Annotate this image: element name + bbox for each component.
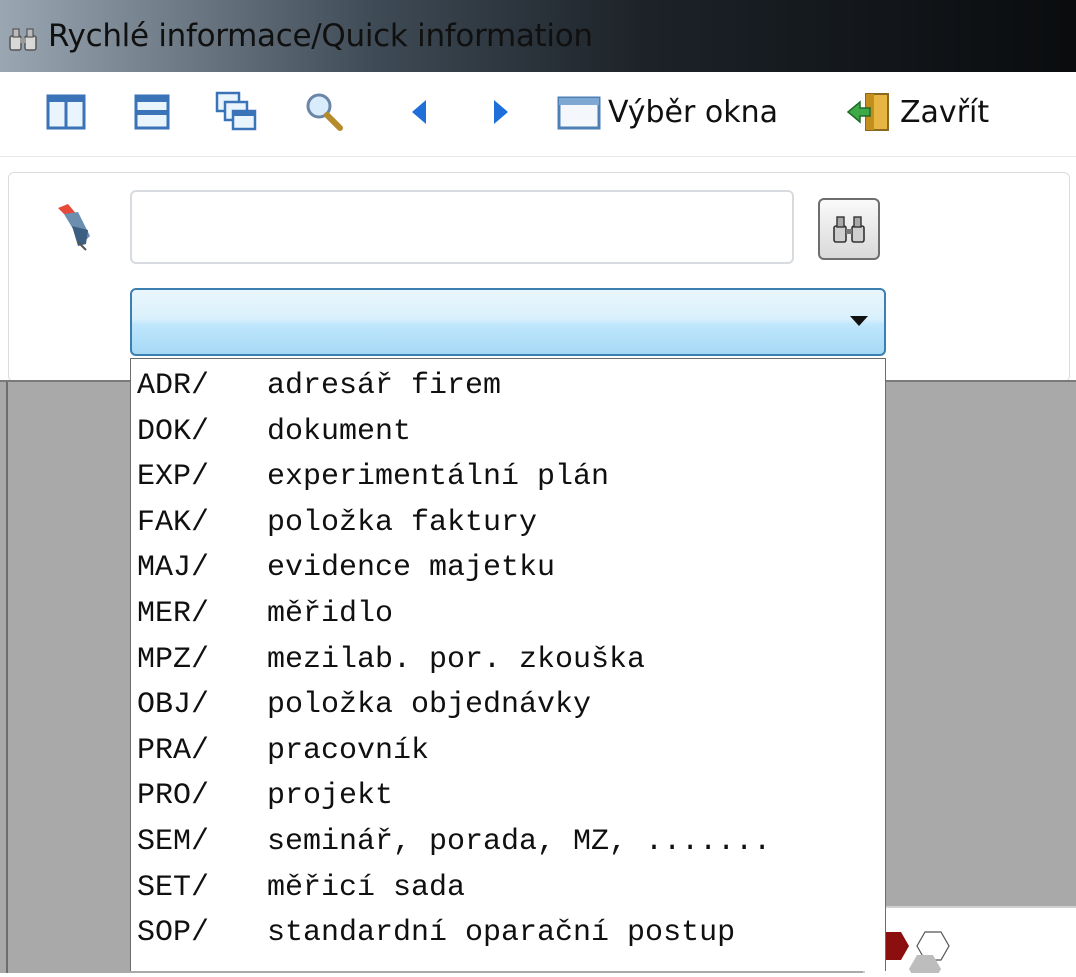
- title-bar: Rychlé informace/Quick information: [0, 0, 1076, 72]
- list-item[interactable]: OBJ/položka objednávky: [137, 682, 591, 728]
- type-dropdown-list: ADR/adresář firem DOK/dokument EXP/exper…: [130, 358, 886, 971]
- window-title: Rychlé informace/Quick information: [48, 18, 593, 54]
- list-item[interactable]: MAJ/evidence majetku: [137, 545, 555, 591]
- binoculars-icon: [9, 28, 37, 51]
- list-item[interactable]: PRA/pracovník: [137, 728, 429, 774]
- list-item[interactable]: MER/měřidlo: [137, 591, 393, 637]
- split-horizontal-icon[interactable]: [130, 90, 174, 134]
- window-select-button[interactable]: Výběr okna: [556, 88, 778, 136]
- close-button[interactable]: Zavřít: [844, 88, 989, 136]
- logo-panel: [863, 906, 1076, 977]
- search-icon[interactable]: [302, 90, 346, 134]
- previous-arrow-icon[interactable]: [398, 90, 442, 134]
- cascade-windows-icon[interactable]: [214, 90, 258, 134]
- binoculars-icon: [833, 216, 865, 243]
- list-item[interactable]: EXP/experimentální plán: [137, 454, 609, 500]
- list-item[interactable]: MPZ/mezilab. por. zkouška: [137, 637, 645, 683]
- window-select-label: Výběr okna: [608, 94, 778, 130]
- search-input[interactable]: [130, 190, 794, 264]
- split-vertical-icon[interactable]: [44, 90, 88, 134]
- find-button[interactable]: [818, 198, 880, 260]
- list-item[interactable]: DOK/dokument: [137, 409, 411, 455]
- list-item[interactable]: SOP/standardní oparační postup: [137, 910, 735, 956]
- exit-door-icon: [846, 93, 889, 131]
- pushpin-icon[interactable]: [48, 202, 96, 252]
- type-combobox[interactable]: [130, 288, 886, 356]
- window-icon: [557, 96, 601, 130]
- next-arrow-icon[interactable]: [478, 90, 522, 134]
- chevron-down-icon[interactable]: [850, 316, 868, 326]
- list-item[interactable]: SEM/seminář, porada, MZ, .......: [137, 819, 771, 865]
- list-item[interactable]: PRO/projekt: [137, 773, 393, 819]
- list-item[interactable]: SET/měřicí sada: [137, 865, 465, 911]
- list-item[interactable]: FAK/položka faktury: [137, 500, 537, 546]
- divider: [6, 382, 8, 973]
- toolbar: Výběr okna Zavřít: [0, 72, 1076, 157]
- close-label: Zavřít: [900, 94, 990, 130]
- list-item[interactable]: ADR/adresář firem: [137, 363, 501, 409]
